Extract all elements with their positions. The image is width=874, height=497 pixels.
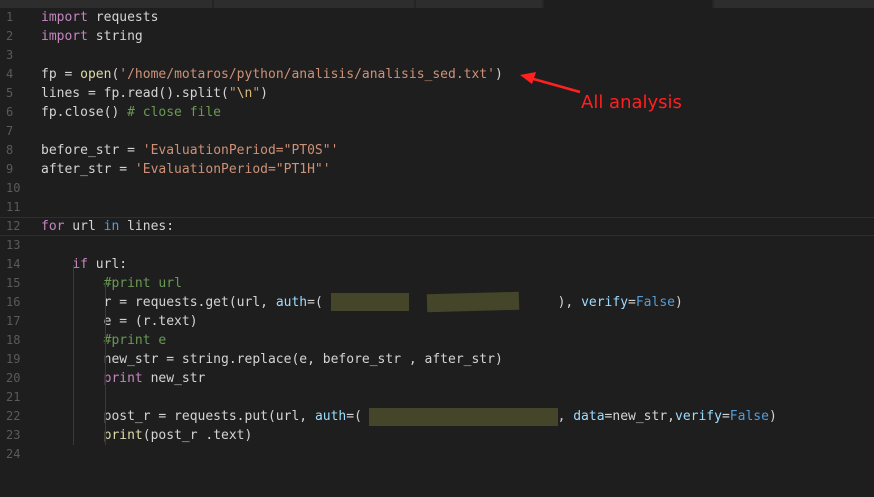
annotation-label: All analysis [581, 92, 682, 113]
annotation-arrow-icon [520, 72, 581, 94]
